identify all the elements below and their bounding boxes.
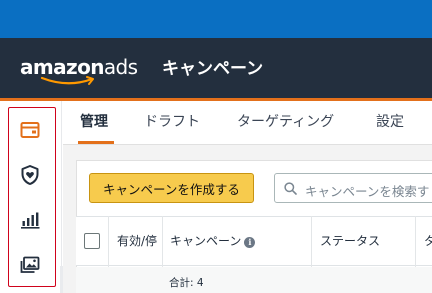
browser-top-bar: [0, 0, 432, 38]
total-count-label: 合計: 4: [169, 277, 204, 289]
sidebar-item-creative-assets[interactable]: [18, 253, 42, 277]
tab-bar: 管理 ドラフト ターゲティング 設定: [63, 101, 432, 145]
column-header-status[interactable]: ステータス: [320, 233, 380, 249]
column-header-type[interactable]: タ: [424, 233, 432, 249]
logo-text-ads: ads: [103, 55, 138, 79]
campaign-manager-icon: [20, 122, 40, 138]
tab-manage[interactable]: 管理: [80, 113, 108, 131]
table-total-row: [76, 267, 432, 293]
page-title: キャンペーン: [162, 59, 264, 79]
left-sidebar: [0, 101, 62, 293]
active-tab-indicator: [78, 141, 114, 144]
column-header-active[interactable]: 有効/停: [117, 233, 157, 249]
sidebar-item-brand-protection[interactable]: [18, 163, 42, 187]
search-icon: [284, 182, 297, 195]
select-all-checkbox[interactable]: [84, 233, 100, 249]
creative-assets-icon: [20, 256, 40, 273]
reports-icon: [21, 212, 40, 229]
search-placeholder: キャンペーンを検索す: [305, 184, 430, 199]
brand-shield-icon: [21, 165, 39, 185]
sidebar-item-campaign-manager[interactable]: [18, 118, 42, 142]
amazon-smile-icon: [40, 76, 94, 85]
tab-targeting[interactable]: ターゲティング: [237, 113, 334, 131]
campaign-search-input[interactable]: キャンペーンを検索す: [274, 173, 432, 203]
app-header: amazonads キャンペーン: [0, 38, 432, 98]
column-header-campaign-label: キャンペーン: [170, 234, 242, 248]
create-campaign-button[interactable]: キャンペーンを作成する: [89, 173, 254, 203]
info-icon[interactable]: i: [244, 237, 256, 248]
amazon-ads-logo[interactable]: amazonads: [20, 54, 138, 85]
tab-settings[interactable]: 設定: [376, 113, 404, 131]
column-header-campaign[interactable]: キャンペーン i: [170, 233, 256, 249]
sidebar-item-reports[interactable]: [18, 208, 42, 232]
tab-drafts[interactable]: ドラフト: [144, 113, 200, 131]
